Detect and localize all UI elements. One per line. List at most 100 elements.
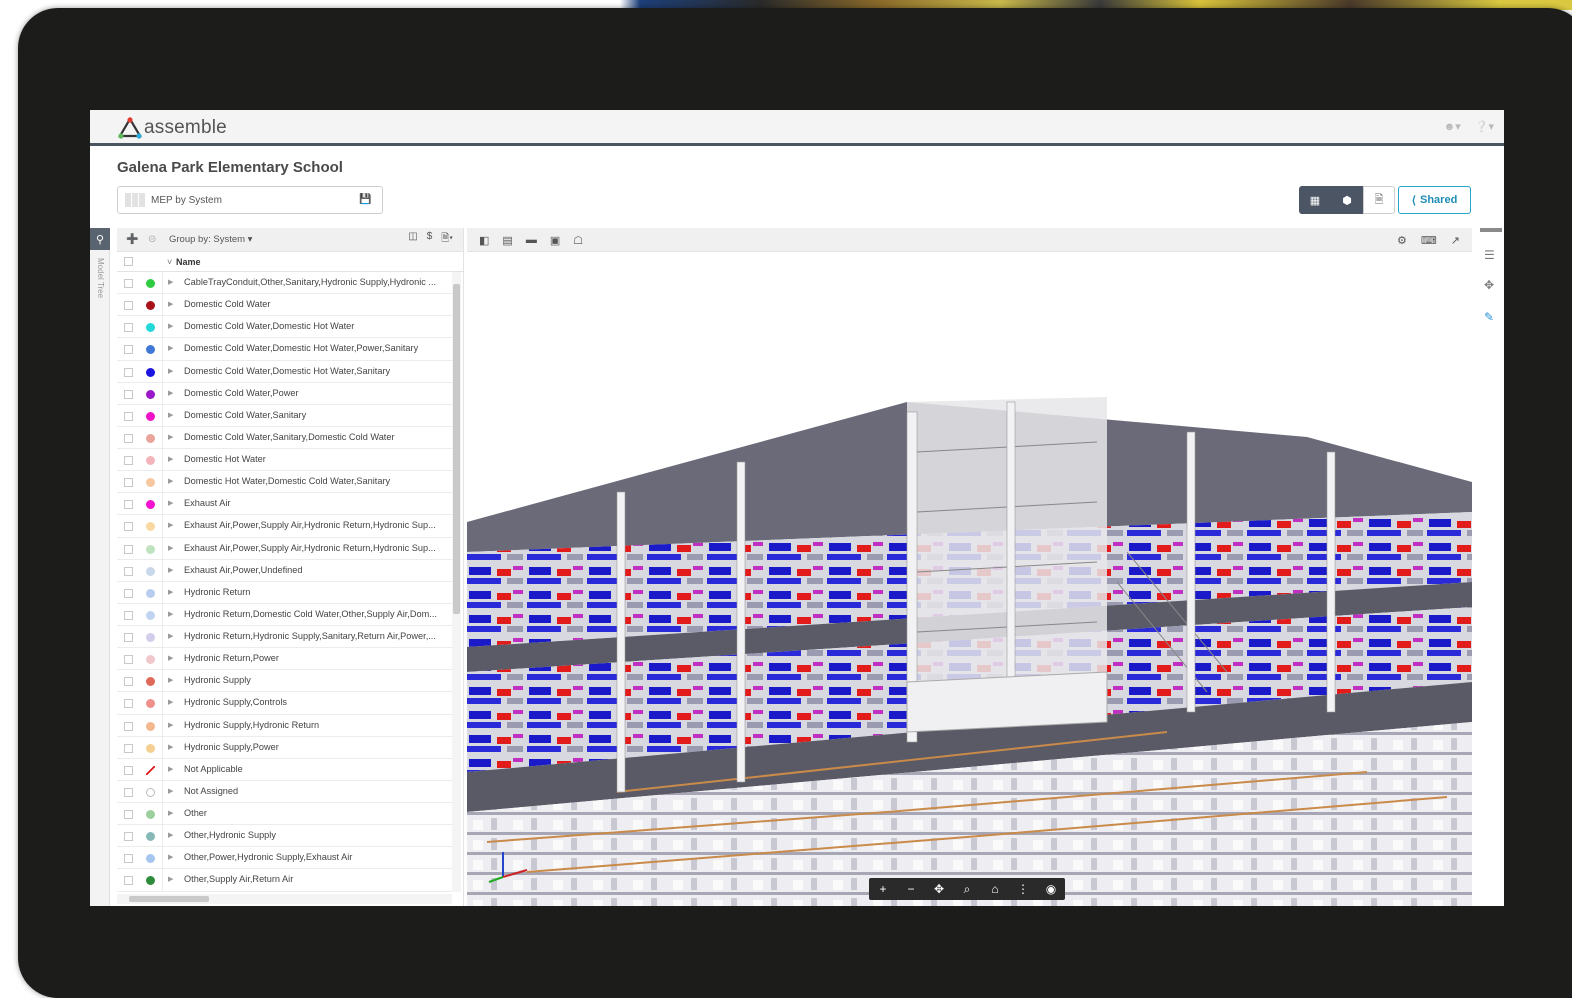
row-checkbox[interactable]: [124, 456, 133, 465]
grid-view-button[interactable]: ▦: [1299, 186, 1331, 214]
tree-row[interactable]: ▶ Domestic Cold Water,Sanitary,Domestic C…: [117, 426, 453, 449]
group-by-dropdown[interactable]: Group by: System ▾: [169, 234, 252, 245]
expand-caret-icon[interactable]: ▶: [168, 831, 173, 839]
vertical-scrollbar[interactable]: [452, 272, 461, 892]
color-swatch[interactable]: [146, 588, 155, 598]
expand-caret-icon[interactable]: ▶: [168, 610, 173, 618]
row-checkbox[interactable]: [124, 522, 133, 532]
help-icon[interactable]: ❔▾: [1475, 120, 1494, 133]
tree-row[interactable]: ▶ Hydronic Supply,Power: [117, 736, 453, 759]
expand-caret-icon[interactable]: ▶: [168, 853, 173, 861]
row-checkbox[interactable]: [124, 279, 133, 288]
tree-row[interactable]: ▶ Domestic Cold Water,Power: [117, 382, 453, 405]
row-checkbox[interactable]: [124, 345, 133, 355]
sort-caret-icon[interactable]: ˅: [167, 257, 172, 267]
expand-caret-icon[interactable]: ▶: [168, 344, 173, 352]
expand-caret-icon[interactable]: ▶: [168, 654, 173, 662]
expand-caret-icon[interactable]: ▶: [168, 676, 173, 684]
tree-row[interactable]: ▶ Domestic Cold Water,Sanitary: [117, 404, 453, 427]
color-swatch[interactable]: [146, 854, 155, 864]
tree-row[interactable]: ▶ Hydronic Supply: [117, 670, 453, 693]
section-plane-icon[interactable]: ▤: [502, 234, 512, 247]
expand-caret-icon[interactable]: ▶: [168, 809, 173, 817]
tree-row[interactable]: ▶ Other,Hydronic Supply: [117, 825, 453, 848]
row-checkbox[interactable]: [124, 832, 133, 842]
color-swatch[interactable]: [146, 367, 155, 377]
tree-row[interactable]: ▶ Hydronic Return,Power: [117, 648, 453, 671]
remove-group-icon[interactable]: ⊝: [148, 234, 156, 245]
move-icon[interactable]: ✥: [1484, 278, 1494, 292]
assemble-logo[interactable]: assemble: [118, 116, 227, 140]
color-swatch[interactable]: [146, 787, 155, 797]
tree-row[interactable]: ▶ Exhaust Air,Power,Supply Air,Hydronic R…: [117, 537, 453, 560]
row-checkbox[interactable]: [124, 810, 133, 819]
select-all-checkbox[interactable]: [124, 257, 133, 266]
row-checkbox[interactable]: [124, 633, 133, 642]
color-swatch[interactable]: [146, 301, 155, 311]
expand-caret-icon[interactable]: ▶: [168, 521, 173, 529]
name-column-header[interactable]: Name: [176, 257, 201, 267]
row-checkbox[interactable]: [124, 500, 133, 510]
zoom-window-icon[interactable]: ⌕: [953, 878, 981, 900]
add-group-icon[interactable]: ➕: [126, 234, 138, 245]
row-checkbox[interactable]: [124, 854, 133, 864]
expand-caret-icon[interactable]: ▶: [168, 433, 173, 441]
tree-row[interactable]: ▶ Domestic Hot Water: [117, 449, 453, 472]
expand-caret-icon[interactable]: ▶: [168, 367, 173, 375]
tree-row[interactable]: ▶ Other,Power,Hydronic Supply,Exhaust Air: [117, 847, 453, 870]
color-swatch[interactable]: [146, 566, 155, 576]
document-view-button[interactable]: 🗎: [1363, 186, 1395, 214]
3d-model-viewer[interactable]: [467, 252, 1472, 906]
tree-row[interactable]: ▶ Domestic Hot Water,Domestic Cold Water,…: [117, 471, 453, 494]
horizontal-scrollbar[interactable]: [117, 894, 452, 904]
color-swatch[interactable]: [146, 411, 155, 421]
saved-view-select[interactable]: MEP by System 💾: [117, 186, 383, 214]
row-checkbox[interactable]: [124, 433, 133, 443]
row-checkbox[interactable]: [124, 478, 133, 488]
search-icon[interactable]: ⚲: [90, 228, 110, 250]
row-checkbox[interactable]: [124, 389, 133, 399]
expand-caret-icon[interactable]: ▶: [168, 455, 173, 463]
expand-caret-icon[interactable]: ▶: [168, 566, 173, 574]
color-swatch[interactable]: [146, 544, 155, 554]
tree-row[interactable]: ▶ CableTrayConduit,Other,Sanitary,Hydroni…: [117, 272, 453, 295]
tree-row[interactable]: ▶ Hydronic Supply,Hydronic Return: [117, 714, 453, 737]
expand-caret-icon[interactable]: ▶: [168, 544, 173, 552]
tree-row[interactable]: ▶ Hydronic Return: [117, 581, 453, 604]
save-icon[interactable]: 💾: [359, 194, 371, 206]
row-checkbox[interactable]: [124, 544, 133, 554]
color-swatch[interactable]: [146, 810, 155, 819]
color-swatch[interactable]: [146, 633, 155, 642]
row-checkbox[interactable]: [124, 677, 133, 687]
tree-row[interactable]: ▶ Hydronic Return,Domestic Cold Water,Oth…: [117, 603, 453, 626]
tree-row[interactable]: ▶ Exhaust Air: [117, 493, 453, 516]
tree-row[interactable]: ▶ Other,Supply Air,Return Air: [117, 869, 453, 892]
scroll-thumb[interactable]: [129, 896, 209, 902]
expand-caret-icon[interactable]: ▶: [168, 875, 173, 883]
section-box-icon[interactable]: ◧: [479, 234, 489, 247]
color-swatch[interactable]: [146, 655, 155, 665]
tree-row[interactable]: ▶ Domestic Cold Water,Domestic Hot Water: [117, 316, 453, 339]
more-icon[interactable]: ⋮: [1009, 878, 1037, 900]
row-checkbox[interactable]: [124, 301, 133, 311]
color-swatch[interactable]: [146, 677, 155, 687]
expand-caret-icon[interactable]: ▶: [168, 411, 173, 419]
zoom-in-icon[interactable]: +: [869, 878, 897, 900]
color-swatch[interactable]: [146, 522, 155, 532]
color-swatch[interactable]: [146, 500, 155, 510]
columns-icon[interactable]: ◫: [408, 231, 417, 248]
zoom-out-icon[interactable]: −: [897, 878, 925, 900]
paintbrush-icon[interactable]: ✎: [1484, 310, 1494, 324]
color-swatch[interactable]: [146, 345, 155, 355]
expand-caret-icon[interactable]: ▶: [168, 698, 173, 706]
expand-caret-icon[interactable]: ▶: [168, 477, 173, 485]
row-checkbox[interactable]: [124, 566, 133, 576]
color-swatch[interactable]: [146, 721, 155, 731]
external-link-icon[interactable]: ↗: [1451, 234, 1460, 247]
expand-caret-icon[interactable]: ▶: [168, 721, 173, 729]
tree-row[interactable]: ▶ Domestic Cold Water: [117, 294, 453, 317]
walk-icon[interactable]: ☖: [573, 234, 583, 247]
row-checkbox[interactable]: [124, 699, 133, 709]
user-icon[interactable]: ☻▾: [1444, 120, 1461, 133]
row-checkbox[interactable]: [124, 588, 133, 598]
